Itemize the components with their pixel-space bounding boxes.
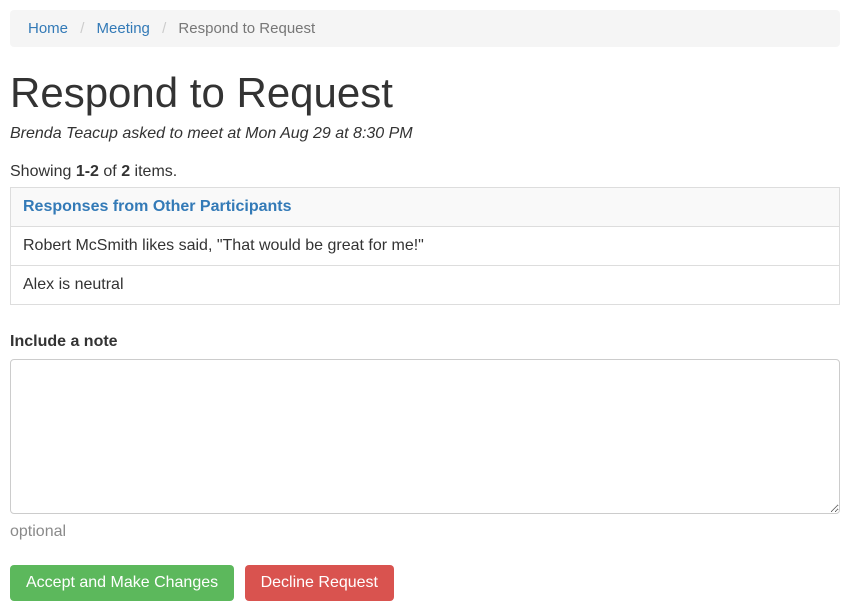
summary-total: 2 <box>121 163 130 180</box>
note-textarea[interactable] <box>10 359 840 514</box>
summary-middle: of <box>99 163 121 180</box>
accept-button[interactable]: Accept and Make Changes <box>10 565 234 601</box>
note-hint: optional <box>10 523 840 541</box>
decline-button[interactable]: Decline Request <box>245 565 394 601</box>
note-label: Include a note <box>10 333 840 351</box>
responses-header-link[interactable]: Responses from Other Participants <box>23 198 292 215</box>
response-cell: Robert McSmith likes said, "That would b… <box>11 227 840 266</box>
summary-suffix: items. <box>130 163 177 180</box>
breadcrumb-home[interactable]: Home <box>28 20 68 37</box>
summary-prefix: Showing <box>10 163 76 180</box>
table-row: Alex is neutral <box>11 266 840 305</box>
breadcrumb-meeting[interactable]: Meeting <box>97 20 150 37</box>
responses-table: Responses from Other Participants Robert… <box>10 187 840 305</box>
table-row: Robert McSmith likes said, "That would b… <box>11 227 840 266</box>
page-subtitle: Brenda Teacup asked to meet at Mon Aug 2… <box>10 125 840 143</box>
breadcrumb-separator: / <box>72 20 92 37</box>
breadcrumb: Home / Meeting / Respond to Request <box>10 10 840 47</box>
summary-range: 1-2 <box>76 163 99 180</box>
response-cell: Alex is neutral <box>11 266 840 305</box>
breadcrumb-separator: / <box>154 20 174 37</box>
results-summary: Showing 1-2 of 2 items. <box>10 163 840 181</box>
breadcrumb-current: Respond to Request <box>178 20 315 37</box>
page-title: Respond to Request <box>10 69 840 117</box>
responses-header-cell: Responses from Other Participants <box>11 188 840 227</box>
